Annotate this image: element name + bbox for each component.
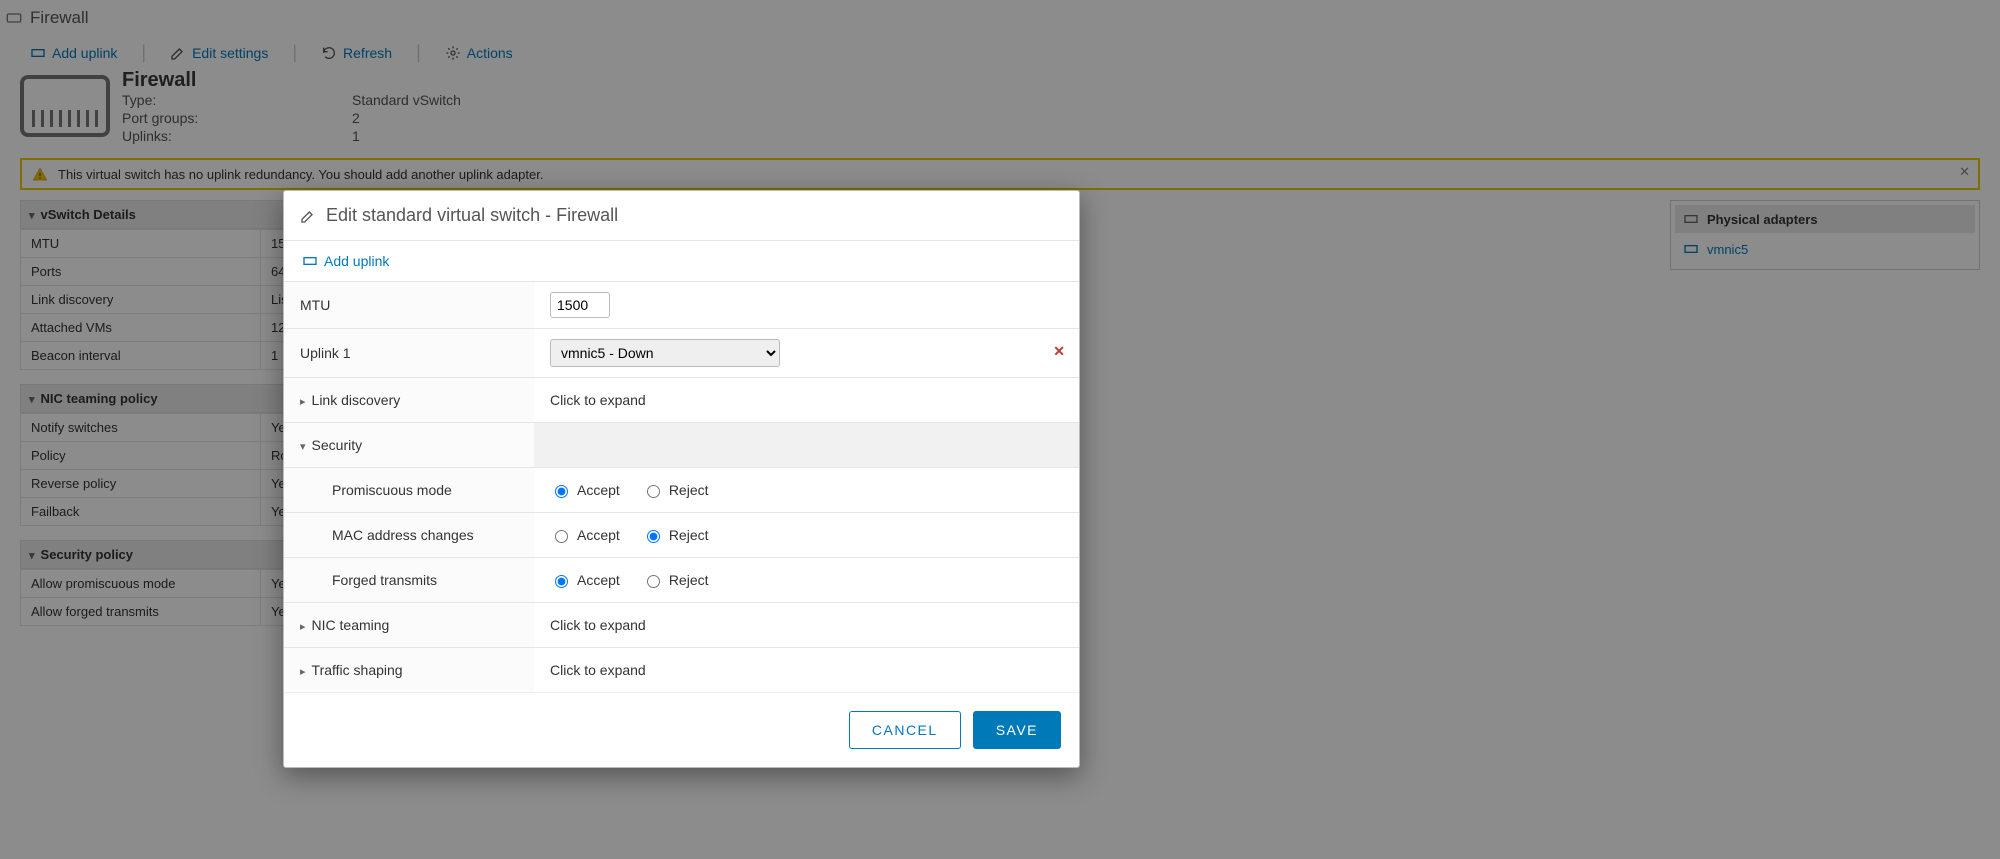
promisc-accept[interactable]: Accept — [550, 482, 620, 498]
uplink-label: Uplink 1 — [284, 329, 534, 377]
uplink-select[interactable]: vmnic5 - Down — [550, 339, 780, 367]
promisc-accept-radio[interactable] — [555, 485, 568, 498]
forged-reject[interactable]: Reject — [642, 572, 709, 588]
forged-accept[interactable]: Accept — [550, 572, 620, 588]
save-button[interactable]: SAVE — [973, 711, 1061, 749]
mac-reject[interactable]: Reject — [642, 527, 709, 543]
nic-icon — [302, 253, 318, 269]
link-discovery-row[interactable]: Link discovery — [284, 378, 534, 422]
promisc-reject[interactable]: Reject — [642, 482, 709, 498]
mtu-label: MTU — [284, 282, 534, 328]
traffic-shaping-hint[interactable]: Click to expand — [534, 648, 1079, 692]
chevron-down-icon — [300, 437, 306, 453]
mtu-input[interactable] — [550, 292, 610, 318]
mac-label: MAC address changes — [284, 513, 534, 557]
dialog-add-uplink[interactable]: Add uplink — [284, 241, 1079, 281]
nic-teaming-row[interactable]: NIC teaming — [284, 603, 534, 647]
link-discovery-hint[interactable]: Click to expand — [534, 378, 1079, 422]
pencil-icon — [300, 208, 316, 224]
remove-uplink-icon[interactable]: ✕ — [1053, 343, 1065, 360]
security-row[interactable]: Security — [284, 423, 534, 467]
cancel-button[interactable]: CANCEL — [849, 711, 961, 749]
traffic-shaping-row[interactable]: Traffic shaping — [284, 648, 534, 692]
forged-accept-radio[interactable] — [555, 575, 568, 588]
chevron-right-icon — [300, 392, 306, 408]
edit-switch-dialog: Edit standard virtual switch - Firewall … — [283, 190, 1080, 768]
chevron-right-icon — [300, 617, 306, 633]
promisc-label: Promiscuous mode — [284, 468, 534, 512]
dialog-title: Edit standard virtual switch - Firewall — [326, 205, 618, 226]
mac-accept[interactable]: Accept — [550, 527, 620, 543]
forged-reject-radio[interactable] — [647, 575, 660, 588]
chevron-right-icon — [300, 662, 306, 678]
promisc-reject-radio[interactable] — [647, 485, 660, 498]
forged-label: Forged transmits — [284, 558, 534, 602]
mac-reject-radio[interactable] — [647, 530, 660, 543]
mac-accept-radio[interactable] — [555, 530, 568, 543]
nic-teaming-hint[interactable]: Click to expand — [534, 603, 1079, 647]
